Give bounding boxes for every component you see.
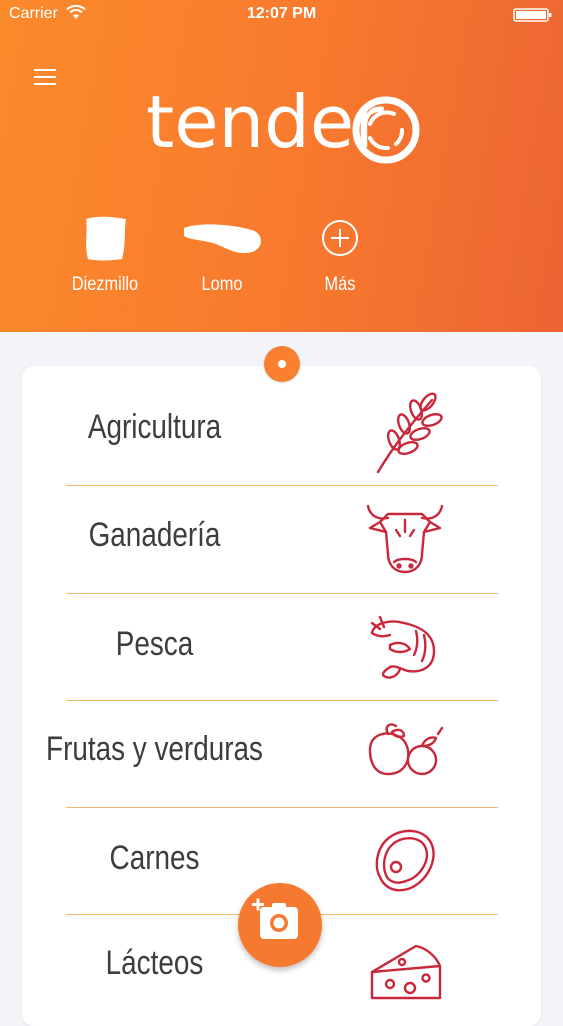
cow-icon <box>366 504 444 574</box>
cheese-icon <box>370 944 442 1000</box>
quick-item-mas[interactable]: Más <box>290 208 390 296</box>
menu-button[interactable] <box>32 66 60 90</box>
battery-icon <box>513 8 552 22</box>
logo-text: tender <box>146 80 384 164</box>
logo-ring-icon <box>352 96 420 164</box>
category-row-agricultura[interactable]: Agricultura <box>0 378 563 486</box>
steak-icon <box>375 829 435 892</box>
beef-cut-icon <box>86 216 126 261</box>
quick-item-label: Más <box>324 274 356 295</box>
category-row-frutas-y-verduras[interactable]: Frutas y verduras <box>0 700 563 808</box>
category-label: Frutas y verduras <box>46 730 263 768</box>
status-time: 12:07 PM <box>246 5 317 22</box>
category-label: Carnes <box>109 839 200 877</box>
category-row-pesca[interactable]: Pesca <box>0 593 563 701</box>
app-logo: tender <box>140 80 430 164</box>
category-label: Agricultura <box>87 408 222 446</box>
category-row-ganaderia[interactable]: Ganadería <box>0 486 563 594</box>
hamburger-icon <box>34 69 56 85</box>
quick-item-lomo[interactable]: Lomo <box>172 208 272 296</box>
plus-circle-icon <box>322 220 358 256</box>
camera-button[interactable] <box>238 883 322 967</box>
add-photo-icon <box>252 898 298 939</box>
category-label: Pesca <box>115 625 194 663</box>
category-label: Lácteos <box>105 944 204 982</box>
fruit-icon <box>368 723 444 776</box>
wheat-icon <box>376 392 443 474</box>
shrimp-icon <box>370 615 436 679</box>
quick-item-label: Lomo <box>201 274 243 295</box>
header: tender Diezmillo Lomo Más <box>0 0 563 332</box>
status-bar: Carrier 12:07 PM <box>0 0 563 30</box>
quick-item-label: Diezmillo <box>71 274 139 295</box>
expand-handle-button[interactable] <box>264 346 300 382</box>
quick-item-diezmillo[interactable]: Diezmillo <box>55 208 155 296</box>
category-label: Ganadería <box>88 516 221 554</box>
loin-cut-icon <box>184 224 261 254</box>
